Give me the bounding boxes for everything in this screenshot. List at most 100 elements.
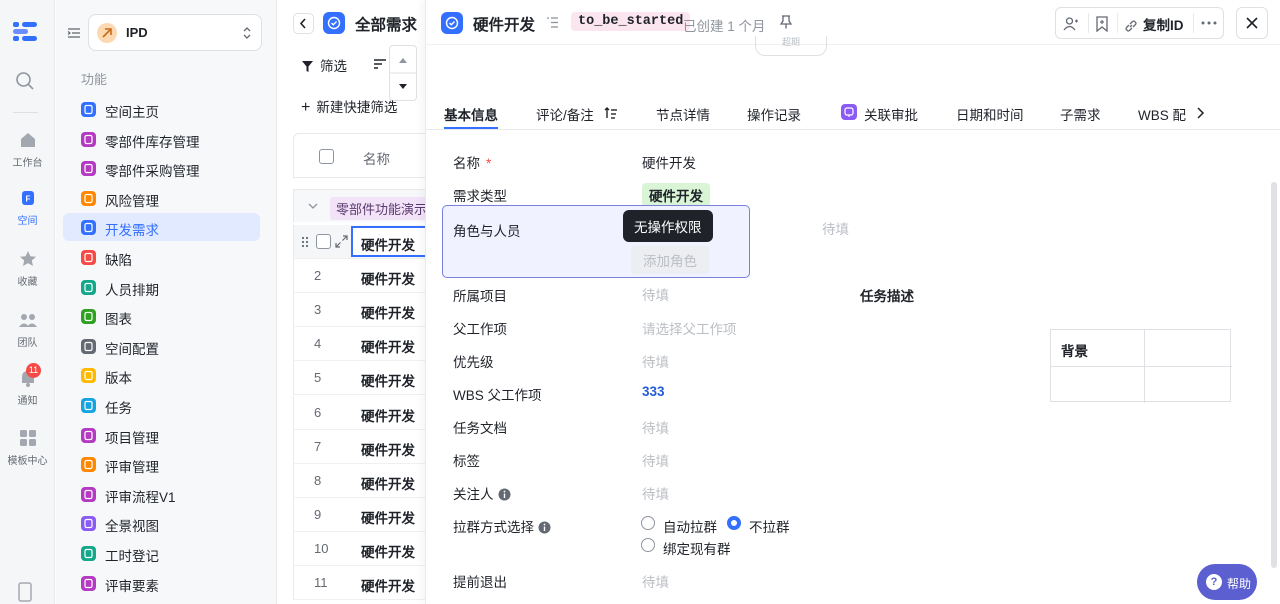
field-value-parent[interactable]: 请选择父工作项 [642,318,737,338]
field-value-name[interactable]: 硬件开发 [642,152,696,172]
sidebar-item-charts[interactable]: 图表 [63,302,260,330]
close-button[interactable] [1236,7,1268,39]
tab-basic-info[interactable]: 基本信息 [444,104,498,124]
node-indicator[interactable]: 超期 [755,36,827,56]
scroll-arrows[interactable] [389,45,417,101]
sidebar-item-panorama-view[interactable]: 全景视图 [63,509,260,537]
sidebar-item-tasks[interactable]: 任务 [63,391,260,419]
rail-item-team[interactable]: 团队 [0,309,55,349]
type-tag[interactable]: 硬件开发 [642,183,710,207]
row-title[interactable]: 硬件开发 [361,336,415,356]
drag-handle-icon[interactable] [301,236,309,248]
tab-sub-requirements[interactable]: 子需求 [1060,104,1101,124]
sort-up-icon[interactable] [604,106,618,120]
row-title[interactable]: 硬件开发 [361,268,415,288]
table-row[interactable]: 11 硬件开发 [293,566,433,600]
table-row[interactable]: 3 硬件开发 [293,293,433,328]
chevron-right-icon[interactable] [1195,106,1205,120]
column-header-name: 名称 [363,152,390,167]
table-row[interactable]: 7 硬件开发 [293,429,433,464]
table-row[interactable]: 2 硬件开发 [293,259,433,294]
pin-icon[interactable] [780,15,792,29]
help-button[interactable]: ? 帮助 [1197,564,1257,600]
field-value-project[interactable]: 待填 [642,284,669,304]
sidebar-item-review-elements[interactable]: 评审要素 [63,569,260,597]
rail-item-space[interactable]: F 空间 [0,187,55,227]
row-title[interactable]: 硬件开发 [361,473,415,493]
collapse-sidebar-icon[interactable] [67,26,81,40]
radio-no-group[interactable] [727,516,741,530]
new-quick-filter-button[interactable]: + 新建快捷筛选 [301,96,397,117]
sidebar-item-project-management[interactable]: 项目管理 [63,421,260,449]
sidebar-item-parts-inventory[interactable]: 零部件库存管理 [63,125,260,153]
field-value-tags[interactable]: 待填 [642,450,669,470]
filter-button[interactable]: 筛选 [301,55,347,75]
add-member-icon[interactable] [1063,16,1079,32]
expand-icon[interactable] [335,235,348,248]
field-value-early-exit[interactable]: 待填 [642,571,669,591]
sidebar-item-timesheet[interactable]: 工时登记 [63,539,260,567]
field-value-priority[interactable]: 待填 [642,351,669,371]
sidebar-item-risk-management[interactable]: 风险管理 [63,184,260,212]
sidebar-item-label: 工时登记 [105,549,159,564]
field-value-wbs-parent[interactable]: 333 [642,384,665,399]
radio-auto-group[interactable] [641,516,655,530]
rail-item-workbench[interactable]: 工作台 [0,129,55,169]
rail-item-templates[interactable]: 模板中心 [0,427,55,467]
search-icon[interactable] [15,71,35,91]
app-logo[interactable] [13,20,39,42]
tab-date-time[interactable]: 日期和时间 [956,104,1024,124]
field-value-placeholder[interactable]: 待填 [822,218,849,238]
sidebar-item-review-management[interactable]: 评审管理 [63,450,260,478]
table-row[interactable]: 10 硬件开发 [293,531,433,566]
back-button[interactable] [293,13,314,34]
sidebar-item-defects[interactable]: 缺陷 [63,243,260,271]
table-row[interactable]: 5 硬件开发 [293,361,433,396]
row-title[interactable]: 硬件开发 [361,234,415,254]
row-title[interactable]: 硬件开发 [361,439,415,459]
row-title[interactable]: 硬件开发 [361,541,415,561]
bookmark-icon[interactable] [1095,16,1109,32]
sidebar-item-staff-schedule[interactable]: 人员排期 [63,273,260,301]
sidebar-item-review-flow-v1[interactable]: 评审流程V1 [63,480,260,508]
radio-bind-group[interactable] [641,538,655,552]
rail-item-favorites[interactable]: 收藏 [0,248,55,288]
field-value-followers[interactable]: 待填 [642,483,669,503]
tab-operation-log[interactable]: 操作记录 [747,104,801,124]
table-row[interactable]: 硬件开发 [293,225,433,259]
sidebar-item-version[interactable]: 版本 [63,361,260,389]
sidebar-item-space-config[interactable]: 空间配置 [63,332,260,360]
row-title[interactable]: 硬件开发 [361,302,415,322]
copy-id-button[interactable]: 复制ID [1124,14,1184,34]
status-badge[interactable]: to_be_started [571,12,691,31]
sort-icon[interactable] [373,58,387,70]
table-row[interactable]: 8 硬件开发 [293,463,433,498]
row-checkbox[interactable] [316,234,331,249]
risk-management-icon [81,190,96,206]
tab-wbs[interactable]: WBS 配 [1138,104,1188,124]
tab-approvals[interactable]: 关联审批 [864,104,918,124]
tab-comments[interactable]: 评论/备注 [536,104,594,124]
add-role-button[interactable]: 添加角色 [631,246,709,274]
outline-icon[interactable] [546,16,559,29]
description-table[interactable]: 背景 [1050,329,1232,403]
phone-icon[interactable] [17,582,33,602]
row-title[interactable]: 硬件开发 [361,405,415,425]
select-all-checkbox[interactable] [319,149,334,164]
table-row[interactable]: 6 硬件开发 [293,395,433,430]
sidebar-item-space-home[interactable]: 空间主页 [63,95,260,123]
row-title[interactable]: 硬件开发 [361,507,415,527]
detail-scrollbar[interactable] [1271,182,1277,568]
table-row[interactable]: 9 硬件开发 [293,497,433,532]
project-selector[interactable]: IPD [88,14,262,51]
chevron-down-icon[interactable] [307,200,319,212]
sidebar-item-parts-purchasing[interactable]: 零部件采购管理 [63,154,260,182]
group-row[interactable]: 零部件功能演示 [293,189,434,222]
table-row[interactable]: 4 硬件开发 [293,327,433,362]
field-value-task-doc[interactable]: 待填 [642,417,669,437]
sidebar-item-dev-requirements[interactable]: 开发需求 [63,213,260,242]
more-icon[interactable] [1201,21,1217,25]
row-title[interactable]: 硬件开发 [361,575,415,595]
row-title[interactable]: 硬件开发 [361,370,415,390]
tab-node-details[interactable]: 节点详情 [656,104,710,124]
